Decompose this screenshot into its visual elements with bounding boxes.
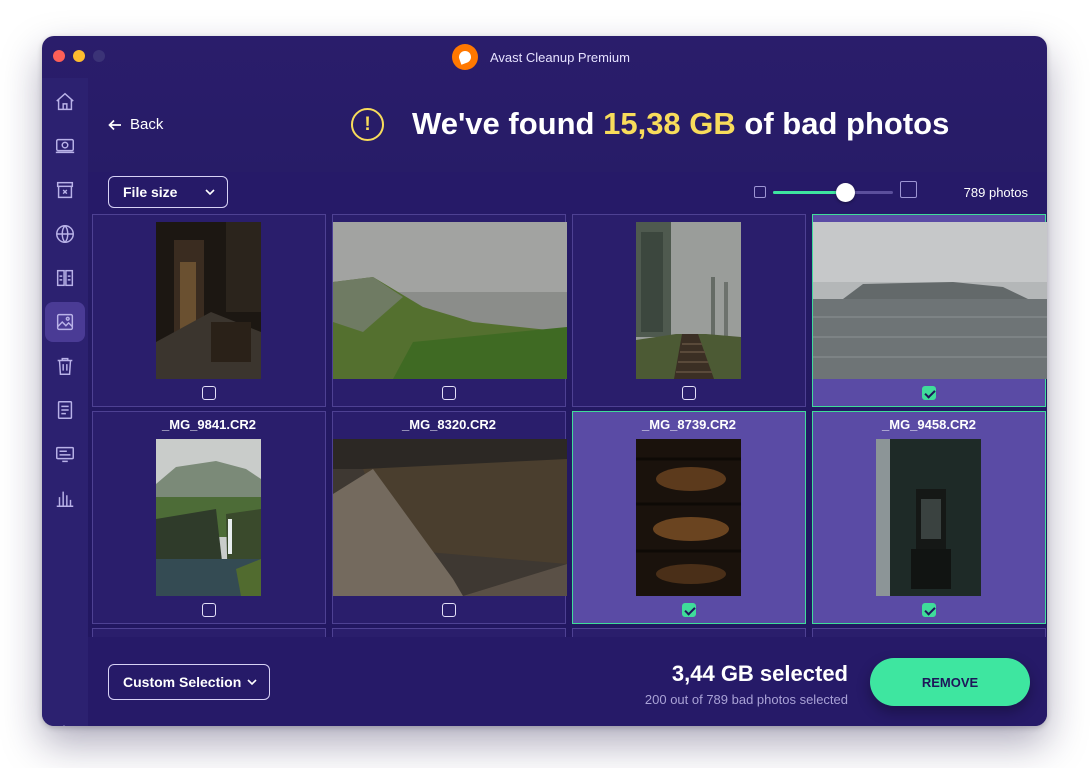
selection-dropdown[interactable]: Custom Selection — [108, 664, 270, 700]
warning-icon: ! — [351, 108, 384, 141]
photo-checkbox[interactable] — [202, 386, 216, 400]
footer-bar: Custom Selection 3,44 GB selected 200 ou… — [88, 637, 1047, 726]
photo-card[interactable]: _MG_9458.CR2 — [812, 411, 1046, 624]
zoom-slider[interactable] — [754, 180, 924, 204]
maintenance-icon[interactable] — [45, 126, 85, 166]
photo-card[interactable] — [92, 628, 326, 637]
selected-size: 3,44 GB selected — [671, 661, 848, 686]
large-image-icon — [900, 181, 917, 198]
remove-button[interactable]: REMOVE — [870, 658, 1030, 706]
disk-cleanup-icon[interactable] — [45, 170, 85, 210]
title-bar: Avast Cleanup Premium — [42, 36, 1047, 78]
statistics-icon[interactable] — [45, 478, 85, 518]
photo-filename: _MG_9458.CR2 — [882, 417, 976, 432]
page-header: Back ! We've found 15,38 GB of bad photo… — [88, 78, 1047, 176]
gear-icon[interactable] — [52, 724, 76, 726]
sidebar — [42, 78, 88, 726]
toolbar: File size 789 photos — [88, 172, 1047, 214]
minimize-window-button[interactable] — [73, 50, 85, 62]
apps-icon[interactable] — [45, 390, 85, 430]
zoom-slider-track[interactable] — [773, 183, 893, 202]
zoom-slider-handle[interactable] — [836, 183, 855, 202]
photo-thumbnail[interactable] — [636, 222, 741, 379]
close-window-button[interactable] — [53, 50, 65, 62]
chevron-down-icon — [247, 679, 257, 686]
selection-dropdown-label: Custom Selection — [123, 674, 242, 690]
photo-thumbnail[interactable] — [876, 439, 981, 596]
photo-checkbox[interactable] — [442, 386, 456, 400]
duplicates-icon[interactable] — [45, 258, 85, 298]
photo-checkbox[interactable] — [202, 603, 216, 617]
headline-suffix: of bad photos — [735, 106, 950, 141]
arrow-left-icon — [108, 119, 121, 130]
photo-thumbnail[interactable] — [813, 222, 1047, 379]
headline-prefix: We've found — [412, 106, 604, 141]
photo-card[interactable] — [332, 214, 567, 407]
photo-card[interactable]: _MG_8320.CR2 — [332, 411, 567, 624]
photo-count: 789 photos — [963, 185, 1028, 200]
app-title: Avast Cleanup Premium — [452, 43, 630, 71]
photo-checkbox[interactable] — [682, 386, 696, 400]
photo-filename: _MG_8320.CR2 — [402, 417, 496, 432]
small-image-icon — [754, 186, 766, 198]
chevron-down-icon — [205, 189, 215, 196]
selected-detail: 200 out of 789 bad photos selected — [644, 692, 848, 707]
photo-thumbnail[interactable] — [333, 222, 567, 379]
avast-logo-icon — [452, 44, 478, 70]
sort-label: File size — [123, 184, 178, 200]
photo-checkbox[interactable] — [922, 386, 936, 400]
window-title: Avast Cleanup Premium — [490, 49, 630, 65]
photo-card[interactable] — [92, 214, 326, 407]
photo-grid: _MG_9841.CR2 _MG_8320.CR2 _MG_8739.CR2 _… — [88, 214, 1047, 637]
home-icon[interactable] — [45, 82, 85, 122]
page-title: We've found 15,38 GB of bad photos — [412, 106, 949, 142]
sort-dropdown[interactable]: File size — [108, 176, 228, 208]
photo-thumbnail[interactable] — [156, 439, 261, 596]
photo-thumbnail[interactable] — [156, 222, 261, 379]
software-updater-icon[interactable] — [45, 434, 85, 474]
back-label: Back — [130, 116, 164, 133]
photo-thumbnail[interactable] — [333, 439, 567, 596]
photo-thumbnail[interactable] — [636, 439, 741, 596]
photo-card[interactable]: _MG_9841.CR2 — [92, 411, 326, 624]
app-window: Avast Cleanup Premium Back ! We've found… — [42, 36, 1047, 726]
zoom-window-button[interactable] — [93, 50, 105, 62]
photo-filename: _MG_8739.CR2 — [642, 417, 736, 432]
zoom-slider-fill — [773, 191, 845, 194]
photo-checkbox[interactable] — [682, 603, 696, 617]
photo-checkbox[interactable] — [442, 603, 456, 617]
photo-card[interactable] — [812, 628, 1046, 637]
headline-size: 15,38 GB — [603, 106, 736, 141]
photos-icon[interactable] — [45, 302, 85, 342]
photo-card[interactable] — [332, 628, 566, 637]
photo-filename: _MG_9841.CR2 — [162, 417, 256, 432]
browser-cleanup-icon[interactable] — [45, 214, 85, 254]
photo-checkbox[interactable] — [922, 603, 936, 617]
back-button[interactable]: Back — [108, 116, 163, 133]
photo-card[interactable] — [572, 628, 806, 637]
trash-icon[interactable] — [45, 346, 85, 386]
photo-card[interactable]: _MG_8739.CR2 — [572, 411, 806, 624]
photo-card[interactable] — [572, 214, 806, 407]
photo-card[interactable] — [812, 214, 1047, 407]
